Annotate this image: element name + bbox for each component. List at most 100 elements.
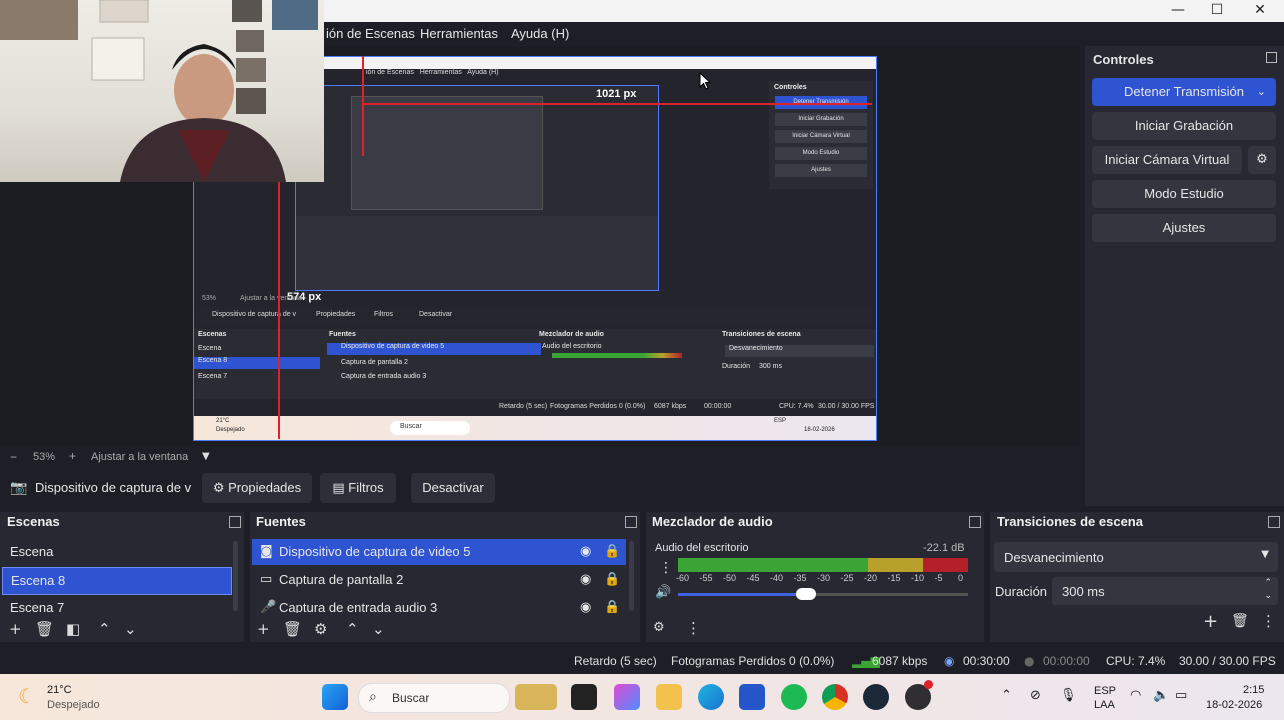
wifi-icon[interactable]: ◠ xyxy=(1130,688,1141,703)
move-down-icon[interactable]: ⌄ xyxy=(124,620,137,638)
chevron-down-icon[interactable]: ▼ xyxy=(1261,549,1269,560)
zoom-out-button[interactable]: − xyxy=(10,450,17,464)
scenes-scrollbar[interactable] xyxy=(233,541,238,611)
kebab-menu-icon[interactable]: ⋮ xyxy=(686,619,701,637)
file-explorer-icon[interactable] xyxy=(656,684,682,710)
task-view-icon[interactable] xyxy=(571,684,597,710)
weather-temperature[interactable]: 21°C xyxy=(47,684,72,696)
chevron-down-icon[interactable]: ▼ xyxy=(202,451,210,462)
audio-meter xyxy=(678,558,968,572)
chrome-icon[interactable] xyxy=(822,684,848,710)
maximize-icon[interactable]: ☐ xyxy=(1195,0,1239,22)
studio-mode-button[interactable]: Modo Estudio xyxy=(1092,180,1276,208)
start-virtual-camera-button[interactable]: Iniciar Cámara Virtual xyxy=(1092,146,1242,174)
menu-help[interactable]: Ayuda (H) xyxy=(511,26,569,41)
copilot-icon[interactable] xyxy=(614,684,640,710)
source-item-selected[interactable]: ◙ Dispositivo de captura de video 5 ◉ 🔒 xyxy=(252,539,626,565)
eye-icon[interactable]: ◉ xyxy=(580,539,591,565)
meter-yellow-zone xyxy=(868,558,923,572)
store-icon[interactable] xyxy=(739,684,765,710)
nested-source-name: Dispositivo de captura de v xyxy=(212,311,297,318)
volume-icon[interactable]: 🔈 xyxy=(1153,688,1169,703)
trash-icon[interactable]: 🗑 xyxy=(35,620,54,638)
weather-moon-icon[interactable]: ☾ xyxy=(18,684,36,708)
virtual-camera-settings-icon[interactable]: ⚙ xyxy=(1248,146,1276,174)
zoom-in-button[interactable]: + xyxy=(69,449,76,463)
stepper-icon[interactable]: ⌃ ⌄ xyxy=(1264,577,1272,603)
source-item[interactable]: ▭ Captura de pantalla 2 ◉ 🔒 xyxy=(252,567,626,593)
nested-menu-item: Ayuda (H) xyxy=(467,69,499,76)
filter-icon[interactable]: ◧ xyxy=(66,620,80,638)
start-recording-button[interactable]: Iniciar Grabación xyxy=(1092,112,1276,140)
taskbar-search-box[interactable]: ⌕ Buscar xyxy=(358,683,510,713)
close-icon[interactable]: ✕ xyxy=(1238,0,1282,22)
sources-scrollbar[interactable] xyxy=(629,541,634,611)
monitor-icon: ▭ xyxy=(260,572,273,587)
lock-icon[interactable]: 🔒 xyxy=(604,539,620,565)
nested-studio-mode: Modo Estudio xyxy=(775,147,867,160)
nested-start-recording: Iniciar Grabación xyxy=(775,113,867,126)
nested-dock-scenes: Escenas xyxy=(198,331,227,338)
add-icon[interactable]: + xyxy=(1203,611,1218,632)
windows-start-icon[interactable] xyxy=(322,684,348,710)
move-down-icon[interactable]: ⌄ xyxy=(372,620,385,638)
clock-date[interactable]: 18-02-2026 xyxy=(1206,699,1262,711)
battery-icon[interactable]: ▭ xyxy=(1175,688,1187,703)
clock-time[interactable]: 2:15 xyxy=(1243,684,1264,696)
microphone-icon[interactable]: 🎙 xyxy=(1060,688,1077,703)
obs-icon[interactable] xyxy=(905,680,933,710)
fit-to-window-button[interactable]: Ajustar a la ventana xyxy=(91,451,188,463)
search-highlight-icon[interactable] xyxy=(515,684,557,710)
nested-measure-width: 1021 px xyxy=(596,88,637,100)
scene-item-selected[interactable]: Escena 8 xyxy=(2,567,232,595)
trash-icon[interactable]: 🗑 xyxy=(283,620,302,638)
steam-icon[interactable] xyxy=(863,684,889,710)
tray-icon[interactable]: ⊘ xyxy=(1030,688,1041,703)
source-item[interactable]: 🎤 Captura de entrada audio 3 ◉ 🔒 xyxy=(252,597,626,613)
gear-icon[interactable]: ⚙ xyxy=(314,620,327,638)
menu-scene-collection[interactable]: ión de Escenas xyxy=(326,26,415,41)
eye-icon[interactable]: ◉ xyxy=(580,597,591,613)
nested-docks: Escenas Fuentes Mezclador de audio Trans… xyxy=(194,329,876,399)
spotify-icon[interactable] xyxy=(781,684,807,710)
properties-button[interactable]: ⚙ Propiedades xyxy=(202,473,312,503)
minimize-icon[interactable]: — xyxy=(1156,0,1200,22)
nested-inner-frame xyxy=(351,96,543,210)
add-icon[interactable]: + xyxy=(257,620,270,638)
stop-streaming-button[interactable]: Detener Transmisión ⌄ xyxy=(1092,78,1276,106)
lock-icon[interactable]: 🔒 xyxy=(604,567,620,593)
volume-slider[interactable] xyxy=(678,588,968,600)
duration-input[interactable]: 300 ms ⌃ ⌄ xyxy=(1052,577,1278,605)
undock-icon[interactable] xyxy=(1266,52,1277,63)
kebab-menu-icon[interactable]: ⋮ xyxy=(659,560,673,576)
undock-icon[interactable] xyxy=(625,516,637,528)
settings-button[interactable]: Ajustes xyxy=(1092,214,1276,242)
deactivate-button[interactable]: Desactivar xyxy=(411,473,495,503)
nested-weather: Despejado xyxy=(216,427,245,433)
trash-icon[interactable]: 🗑 xyxy=(1231,613,1249,629)
move-up-icon[interactable]: ⌃ xyxy=(98,620,111,638)
keyboard-language[interactable]: ESP xyxy=(1094,685,1116,697)
volume-knob[interactable] xyxy=(796,588,817,600)
kebab-menu-icon[interactable]: ⋮ xyxy=(1261,612,1276,630)
tray-chevron-up-icon[interactable]: ⌃ xyxy=(1001,688,1012,703)
chevron-down-icon[interactable]: ⌄ xyxy=(1257,78,1266,106)
undock-icon[interactable] xyxy=(969,516,981,528)
edge-icon[interactable] xyxy=(698,684,724,710)
scene-item[interactable]: Escena 7 xyxy=(2,597,238,613)
status-delay: Retardo (5 sec) xyxy=(574,654,657,668)
menu-tools[interactable]: Herramientas xyxy=(420,26,498,41)
transition-select[interactable]: Desvanecimiento ▼ xyxy=(994,542,1278,572)
meter-scale-label: -50 xyxy=(723,573,737,583)
nested-duration-label: Duración xyxy=(722,363,751,370)
advanced-audio-icon[interactable]: ⚙ xyxy=(653,620,665,635)
eye-icon[interactable]: ◉ xyxy=(580,567,591,593)
scene-item[interactable]: Escena xyxy=(2,539,238,565)
add-icon[interactable]: + xyxy=(9,620,22,638)
speaker-icon[interactable]: 🔊 xyxy=(655,585,671,600)
undock-icon[interactable] xyxy=(1268,516,1280,528)
undock-icon[interactable] xyxy=(229,516,241,528)
move-up-icon[interactable]: ⌃ xyxy=(346,620,359,638)
lock-icon[interactable]: 🔒 xyxy=(604,597,620,613)
filters-button[interactable]: ▤ Filtros xyxy=(320,473,396,503)
